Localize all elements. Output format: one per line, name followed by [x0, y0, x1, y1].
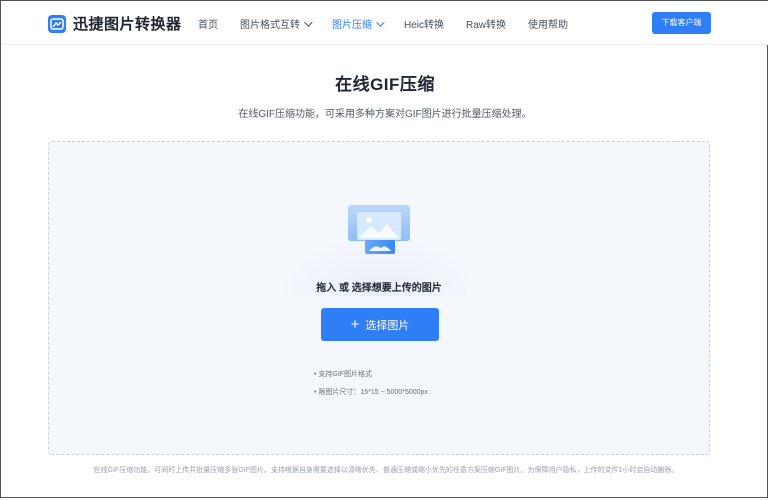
select-image-label: 选择图片: [365, 319, 410, 332]
top-header: 迅捷图片转换器 首页 图片格式互转 图片压缩 Heic转换 Raw转换 使用帮助…: [1, 1, 768, 45]
note-format: • 支持GIF图片格式: [314, 371, 373, 378]
footer-note: 在线GIF压缩功能，可同时上传并批量压缩多张GIF图片。支持根据自身需要选择以清…: [93, 467, 679, 474]
nav-item-label: 图片压缩: [332, 20, 372, 31]
download-client-button[interactable]: 下载客户端: [652, 12, 711, 34]
plus-icon: +: [350, 316, 360, 333]
upload-dropzone[interactable]: 拖入 或 选择想要上传的图片 + 选择图片 • 支持GIF图片格式 • 限图片尺…: [48, 141, 710, 455]
image-upload-icon: [347, 204, 413, 261]
nav-item-label: Heic转换: [404, 20, 445, 31]
page-subtitle: 在线GIF压缩功能，可采用多种方案对GIF图片进行批量压缩处理。: [238, 109, 532, 120]
logo[interactable]: 迅捷图片转换器: [48, 13, 182, 34]
chevron-down-icon: [376, 17, 385, 27]
chevron-down-icon: [304, 17, 313, 27]
logo-text: 迅捷图片转换器: [73, 16, 182, 33]
nav-item-label: 图片格式互转: [240, 20, 300, 31]
upload-notes: • 支持GIF图片格式 • 限图片尺寸：15*15 ~ 5000*5000px: [314, 366, 428, 402]
nav-item-label: Raw转换: [466, 20, 507, 31]
nav-item-format-convert[interactable]: 图片格式互转: [240, 16, 313, 31]
note-size: • 限图片尺寸：15*15 ~ 5000*5000px: [314, 389, 428, 396]
page-title: 在线GIF压缩: [335, 75, 435, 94]
nav-item-heic[interactable]: Heic转换: [404, 16, 444, 31]
nav-item-help[interactable]: 使用帮助: [528, 16, 568, 31]
main-nav: 首页 图片格式互转 图片压缩 Heic转换 Raw转换 使用帮助: [198, 16, 590, 31]
nav-item-home[interactable]: 首页: [198, 16, 218, 31]
select-image-button[interactable]: + 选择图片: [321, 308, 439, 341]
logo-icon: [48, 14, 66, 33]
nav-item-compress[interactable]: 图片压缩: [332, 16, 385, 31]
nav-item-raw[interactable]: Raw转换: [466, 16, 506, 31]
nav-item-label: 使用帮助: [528, 20, 569, 31]
drop-instructions: 拖入 或 选择想要上传的图片: [316, 283, 442, 294]
nav-item-label: 首页: [198, 20, 218, 31]
